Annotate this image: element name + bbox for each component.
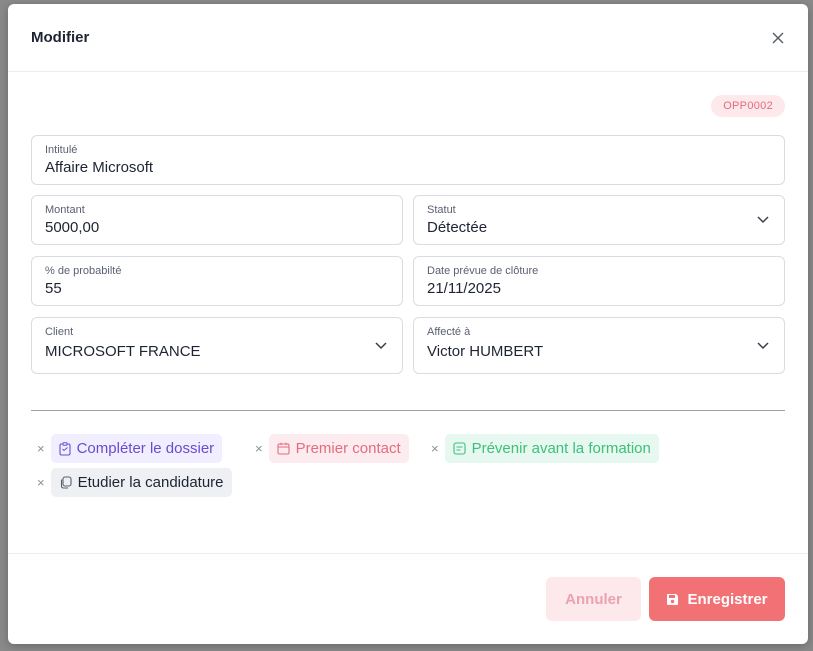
modal-body: OPP0002 Intitulé Affaire Microsoft Monta… — [8, 72, 808, 554]
field-value: 55 — [45, 280, 62, 297]
modal-header: Modifier — [8, 4, 808, 72]
edit-modal: Modifier OPP0002 Intitulé Affaire Micros… — [8, 4, 808, 644]
montant-field[interactable]: Montant 5000,00 — [31, 195, 403, 245]
remove-tag-icon[interactable]: × — [255, 442, 263, 455]
clipboard-icon — [59, 441, 71, 456]
field-label: Statut — [427, 204, 456, 216]
field-label: Date prévue de clôture — [427, 265, 539, 277]
calendar-icon — [277, 442, 290, 455]
remove-tag-icon[interactable]: × — [37, 442, 45, 455]
field-value: Victor HUMBERT — [427, 343, 544, 360]
floppy-disk-icon — [667, 593, 679, 605]
field-value: Affaire Microsoft — [45, 159, 154, 176]
reference-badge: OPP0002 — [711, 95, 785, 117]
statut-select[interactable]: Statut Détectée — [413, 195, 785, 245]
field-label: Intitulé — [45, 144, 78, 156]
affecte-select[interactable]: Affecté à Victor HUMBERT — [413, 317, 785, 374]
field-value: 5000,00 — [45, 219, 100, 236]
remove-tag-icon[interactable]: × — [37, 476, 45, 489]
divider — [31, 410, 785, 411]
chevron-down-icon — [375, 341, 387, 349]
tag-label: Compléter le dossier — [76, 440, 215, 457]
probabilite-field[interactable]: % de probabilté 55 — [31, 256, 403, 306]
field-label: % de probabilté — [45, 265, 122, 277]
save-label: Enregistrer — [687, 590, 768, 608]
close-button[interactable] — [768, 28, 788, 48]
modal-footer: Annuler Enregistrer — [8, 553, 808, 644]
date-cloture-field[interactable]: Date prévue de clôture 21/11/2025 — [413, 256, 785, 306]
field-label: Client — [45, 326, 74, 338]
tag-item: × Prévenir avant la formation — [431, 434, 659, 463]
client-select[interactable]: Client MICROSOFT FRANCE — [31, 317, 403, 374]
chevron-down-icon — [757, 216, 769, 224]
field-label: Montant — [45, 204, 85, 216]
tag-etudier-candidature[interactable]: Etudier la candidature — [50, 468, 232, 497]
chevron-down-icon — [757, 341, 769, 349]
field-value: Détectée — [427, 219, 488, 236]
tag-completer-dossier[interactable]: Compléter le dossier — [50, 434, 223, 463]
field-value: 21/11/2025 — [427, 280, 501, 297]
close-icon — [772, 32, 784, 43]
field-label: Affecté à — [427, 326, 471, 338]
tag-item: × Compléter le dossier — [37, 434, 223, 463]
tag-item: × Etudier la candidature — [37, 468, 232, 497]
tag-item: × Premier contact — [255, 434, 409, 463]
tag-premier-contact[interactable]: Premier contact — [268, 434, 409, 463]
save-button[interactable]: Enregistrer — [649, 577, 785, 621]
note-icon — [453, 442, 466, 455]
tag-label: Premier contact — [295, 440, 401, 457]
tag-label: Prévenir avant la formation — [471, 440, 651, 457]
field-value: MICROSOFT FRANCE — [45, 343, 201, 360]
copy-icon — [60, 476, 72, 489]
cancel-button[interactable]: Annuler — [546, 577, 641, 621]
remove-tag-icon[interactable]: × — [431, 442, 439, 455]
tag-prevenir-formation[interactable]: Prévenir avant la formation — [444, 434, 659, 463]
intitule-field[interactable]: Intitulé Affaire Microsoft — [31, 135, 785, 185]
modal-title: Modifier — [31, 29, 90, 46]
tag-label: Etudier la candidature — [77, 474, 224, 491]
